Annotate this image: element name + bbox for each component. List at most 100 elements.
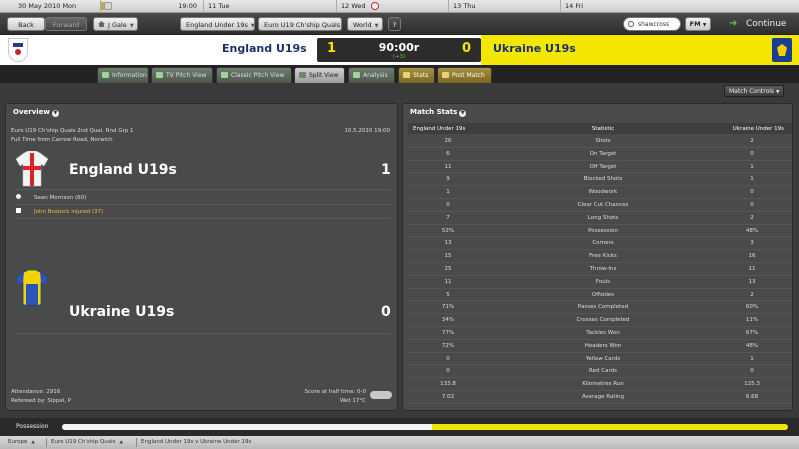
home-column-header: England Under 19s (413, 126, 466, 132)
breadcrumb-item[interactable]: England Under 19s v Ukraine Under 19s (141, 439, 251, 445)
stats-row: 72% Headers Won 48% (408, 340, 792, 353)
stat-away-value: 125.3 (744, 381, 760, 388)
calendar-day[interactable]: 11 Tue (203, 0, 336, 13)
tab-split-view[interactable]: Split View (294, 67, 345, 83)
calendar-day[interactable]: 12 Wed (336, 0, 448, 13)
stat-name: Offsides (591, 291, 615, 298)
calendar-day-current[interactable]: 30 May 2010 Mon (0, 0, 108, 13)
stat-home-value: 25 (444, 266, 452, 272)
help-button[interactable]: ? (388, 17, 401, 31)
stats-row: 11 Fouls 13 (408, 276, 792, 289)
breadcrumb-item[interactable]: Euro U19 Ch'ship Quals ▲ (51, 439, 123, 445)
calendar-time: 19:00 (178, 2, 197, 10)
main-content: Match Controls ▼ Overview ▼ Euro U19 Ch's… (0, 83, 799, 418)
divider (136, 438, 137, 447)
stat-name: Kilometres Run (582, 381, 624, 388)
stats-row: 13 Corners 3 (408, 237, 792, 251)
tab-label: TV Pitch View (166, 72, 207, 79)
stat-away-value: 0 (750, 189, 754, 196)
stat-home-value: 11 (444, 278, 452, 285)
goal-scorer[interactable]: Sean Morrison (60) (34, 195, 86, 201)
home-team-name[interactable]: England U19s (222, 42, 307, 55)
world-menu-label: World (353, 21, 372, 29)
information-icon (102, 72, 109, 78)
team-menu-label: England Under 19s (186, 21, 248, 29)
stat-name: Crosses Completed (576, 317, 630, 324)
calendar-day[interactable]: 14 Fri (560, 0, 799, 13)
calendar-day[interactable]: 13 Thu (448, 0, 560, 13)
added-time: (+3) (392, 54, 406, 60)
stat-away-value: 11% (745, 317, 759, 324)
forward-button[interactable]: Forward (45, 17, 87, 31)
stat-away-value: 11 (748, 266, 756, 272)
possession-bar: Possession (0, 418, 799, 436)
halftime-score: Score at half time: 0-0 (304, 389, 366, 395)
stats-row: 11 Off Target 1 (408, 161, 792, 174)
stat-away-value: 1 (750, 355, 754, 362)
world-menu[interactable]: World ▼ (347, 17, 383, 31)
breadcrumb-item[interactable]: Europe ▲ (8, 439, 35, 445)
stat-away-value: 2 (750, 214, 754, 221)
calendar-strip: 30 May 2010 Mon 19:00 11 Tue 12 Wed 13 T… (0, 0, 799, 13)
back-button[interactable]: Back (7, 17, 45, 31)
competition-menu[interactable]: Euro U19 Ch'ship Quals▼ (258, 17, 342, 31)
stat-name: Possession (588, 227, 618, 234)
tab-analysis[interactable]: Analysis (348, 67, 395, 83)
stat-home-value: 13 (444, 240, 452, 247)
ukraine-kit-icon (15, 270, 49, 306)
tab-label: Split View (309, 72, 339, 79)
injury-event: John Bostock injured (37) (16, 208, 103, 215)
tab-information[interactable]: Information (97, 67, 149, 83)
injured-player[interactable]: John Bostock injured (37) (34, 209, 103, 215)
stat-home-value: 11 (444, 163, 452, 170)
stat-home-value: 5 (446, 291, 450, 298)
stat-home-value: 9 (446, 176, 450, 183)
continue-button[interactable]: ➜ Continue (722, 13, 799, 35)
goal-ball-icon (16, 194, 21, 199)
stat-away-value: 6.68 (745, 394, 759, 400)
tab-post-match[interactable]: Post Match (437, 67, 492, 83)
goal-event: Sean Morrison (60) (16, 194, 86, 201)
stat-away-value: 0 (750, 202, 754, 208)
tab-label: Analysis (363, 72, 388, 79)
chevron-down-icon: ▼ (702, 23, 707, 28)
manager-menu[interactable]: J Gale ▼ (93, 17, 138, 31)
calendar-slot[interactable]: 19:00 (100, 0, 203, 13)
analysis-icon (353, 72, 360, 78)
statistic-column-header: Statistic (591, 126, 615, 132)
overview-home-team[interactable]: England U19s (69, 162, 177, 178)
stats-row: 0 Red Cards 0 (408, 365, 792, 379)
match-view-tabs: Information TV Pitch View Classic Pitch … (0, 65, 799, 83)
team-menu[interactable]: England Under 19s ▼ (180, 17, 255, 31)
fm-menu-button[interactable]: FM ▼ (685, 17, 711, 31)
tv-icon (156, 72, 163, 78)
search-value: shawcross (638, 21, 670, 28)
tab-classic-pitch-view[interactable]: Classic Pitch View (216, 67, 292, 83)
stats-row: 7 Long Shots 2 (408, 212, 792, 225)
overview-away-team[interactable]: Ukraine U19s (69, 304, 174, 320)
fm-label: FM (689, 20, 701, 28)
tab-label: Stats (413, 72, 429, 79)
match-controls-button[interactable]: Match Controls ▼ (724, 85, 784, 97)
stats-row: 1 Woodwork 0 (408, 186, 792, 199)
stat-home-value: 77% (441, 330, 455, 336)
chevron-down-icon: ▼ (51, 110, 59, 117)
stat-away-value: 0 (750, 150, 754, 157)
attendance: Attendance: 2916 (11, 389, 61, 395)
stat-away-value: 1 (750, 176, 754, 183)
stat-home-value: 0 (446, 355, 450, 362)
tab-label: Classic Pitch View (231, 72, 285, 79)
stats-row: 6 On Target 0 (408, 148, 792, 161)
stats-row: 0 Yellow Cards 1 (408, 353, 792, 366)
stat-away-value: 0 (750, 368, 754, 375)
tab-stats[interactable]: Stats (398, 67, 435, 83)
tab-tv-pitch-view[interactable]: TV Pitch View (151, 67, 213, 83)
stat-name: Red Cards (589, 368, 617, 375)
search-field[interactable]: shawcross (623, 17, 681, 31)
stat-away-value: 48% (745, 342, 759, 349)
pitch-icon (221, 72, 228, 78)
stat-home-value: 52% (441, 227, 455, 234)
overview-header[interactable]: Overview ▼ (6, 104, 397, 120)
away-team-name[interactable]: Ukraine U19s (493, 42, 576, 55)
match-stats-header[interactable]: Match Stats ▼ (403, 104, 792, 120)
